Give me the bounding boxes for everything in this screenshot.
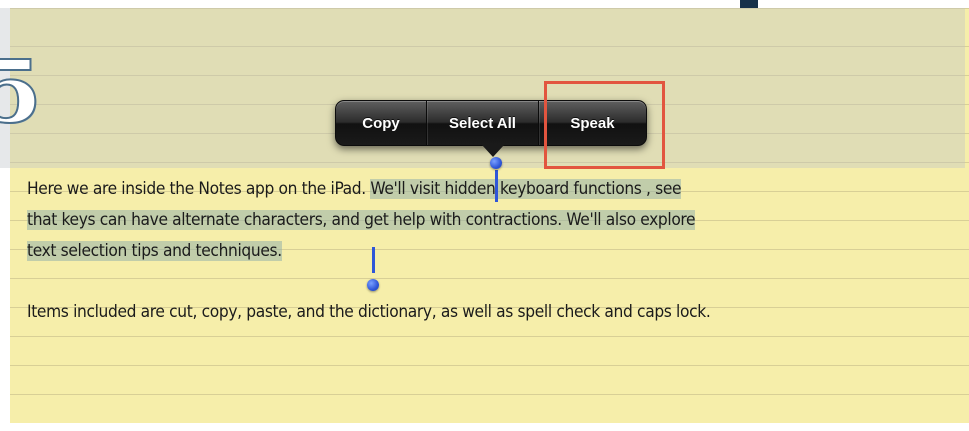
unselected-text: Here we are inside the Notes app on the …	[27, 179, 371, 199]
selected-text: text selection tips and techniques.	[27, 241, 282, 261]
slide-frame-top-strip	[758, 0, 969, 8]
selection-end-handle-icon[interactable]	[367, 279, 379, 291]
selection-start-caret	[495, 170, 498, 202]
selection-end-caret	[372, 247, 375, 273]
note-paragraph-2: Items included are cut, copy, paste, and…	[27, 302, 711, 322]
selection-start-handle-icon[interactable]	[490, 157, 502, 169]
selected-text: We'll visit hidden keyboard functions , …	[370, 179, 682, 199]
speak-highlight-annotation	[544, 81, 665, 169]
screenshot-stage: 5 Copy Select All Speak Here we are insi…	[0, 0, 969, 431]
select-all-button[interactable]: Select All	[426, 101, 538, 145]
note-line-3: text selection tips and techniques.	[27, 236, 967, 267]
popover-arrow	[482, 145, 504, 157]
selected-text: that keys can have alternate characters,…	[27, 210, 696, 230]
note-line-2: that keys can have alternate characters,…	[27, 205, 967, 236]
copy-button[interactable]: Copy	[336, 101, 426, 145]
partial-title-glyph: 5	[0, 42, 43, 143]
